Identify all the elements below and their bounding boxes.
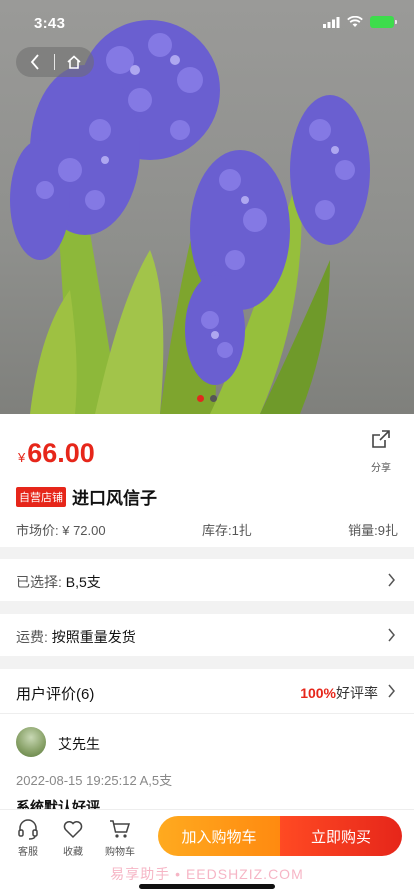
product-title: 进口风信子 — [72, 489, 157, 508]
chevron-right-icon — [388, 684, 395, 698]
avatar — [16, 727, 46, 757]
reviews-section: 用户评价(6) 100%好评率 艾先生 2022-08-15 19:25:12 … — [0, 669, 414, 815]
positive-rate: 100%好评率 — [300, 683, 378, 703]
review-date: 2022-08-15 19:25:12 A,5支 — [16, 773, 173, 788]
cart-label: 购物车 — [105, 847, 135, 858]
store-badge: 自营店铺 — [16, 486, 66, 507]
price-currency: ¥ — [18, 450, 26, 465]
carousel-dots — [0, 395, 414, 402]
selection-label: 已选择: B,5支 — [16, 572, 101, 592]
favorite-label: 收藏 — [63, 847, 83, 858]
nav-capsule — [16, 47, 94, 77]
heart-icon — [63, 821, 83, 839]
shipping-label: 运费: 按照重量发货 — [16, 627, 136, 647]
battery-icon — [370, 16, 397, 28]
share-button[interactable]: 分享 — [366, 428, 396, 474]
status-time: 3:43 — [34, 15, 66, 32]
reviews-header[interactable]: 用户评价(6) 100%好评率 — [0, 669, 414, 714]
add-to-cart-button[interactable]: 加入购物车 — [158, 816, 280, 856]
reviews-title: 用户评价(6) — [16, 686, 95, 703]
review-author: 艾先生 — [58, 736, 100, 752]
market-price: 市场价: ¥ 72.00 — [16, 523, 106, 538]
price-amount: 66.00 — [27, 438, 95, 468]
favorite-button[interactable]: 收藏 — [53, 818, 93, 858]
shipping-value: 按照重量发货 — [51, 629, 136, 645]
back-button[interactable] — [16, 47, 54, 77]
cart-icon — [110, 820, 131, 838]
stock: 库存:1扎 — [201, 523, 252, 538]
chevron-right-icon — [388, 628, 395, 642]
headset-icon — [18, 819, 38, 840]
title-row: 自营店铺 进口风信子 — [16, 484, 157, 509]
sales-count: 销量:9扎 — [348, 523, 398, 538]
carousel-dot-active[interactable] — [197, 395, 204, 402]
positive-rate-pct: 100% — [300, 685, 336, 701]
product-info-card: ¥66.00 分享 自营店铺 进口风信子 市场价: ¥ 72.00 库存:1扎 … — [0, 414, 414, 547]
home-button[interactable] — [55, 47, 93, 77]
buy-now-button[interactable]: 立即购买 — [280, 816, 402, 856]
carousel-dot[interactable] — [210, 395, 217, 402]
selection-row[interactable]: 已选择: B,5支 — [0, 559, 414, 601]
wifi-icon — [347, 16, 363, 27]
share-icon — [372, 430, 390, 448]
selection-value: B,5支 — [65, 574, 101, 590]
positive-rate-label: 好评率 — [336, 685, 378, 701]
chevron-left-icon — [30, 54, 39, 70]
selection-label-text: 已选择: — [16, 574, 62, 590]
status-icons — [323, 16, 397, 28]
home-indicator — [139, 884, 275, 889]
customer-service-label: 客服 — [18, 847, 38, 858]
customer-service-button[interactable]: 客服 — [8, 818, 48, 858]
share-label: 分享 — [371, 463, 391, 474]
watermark: 易享助手 • EEDSHZIZ.COM — [110, 866, 304, 882]
product-meta: 市场价: ¥ 72.00 库存:1扎 销量:9扎 — [16, 520, 398, 539]
cart-button[interactable]: 购物车 — [100, 818, 140, 858]
shipping-label-text: 运费: — [16, 629, 48, 645]
product-price: ¥66.00 — [18, 438, 95, 469]
shipping-row[interactable]: 运费: 按照重量发货 — [0, 614, 414, 656]
home-icon — [67, 55, 81, 69]
chevron-right-icon — [388, 573, 395, 587]
bottom-action-bar: 客服 收藏 购物车 加入购物车 立即购买 易享助手 • EEDSHZIZ.COM — [0, 809, 414, 896]
status-bar: 3:43 — [0, 0, 414, 44]
signal-icon — [323, 16, 340, 28]
